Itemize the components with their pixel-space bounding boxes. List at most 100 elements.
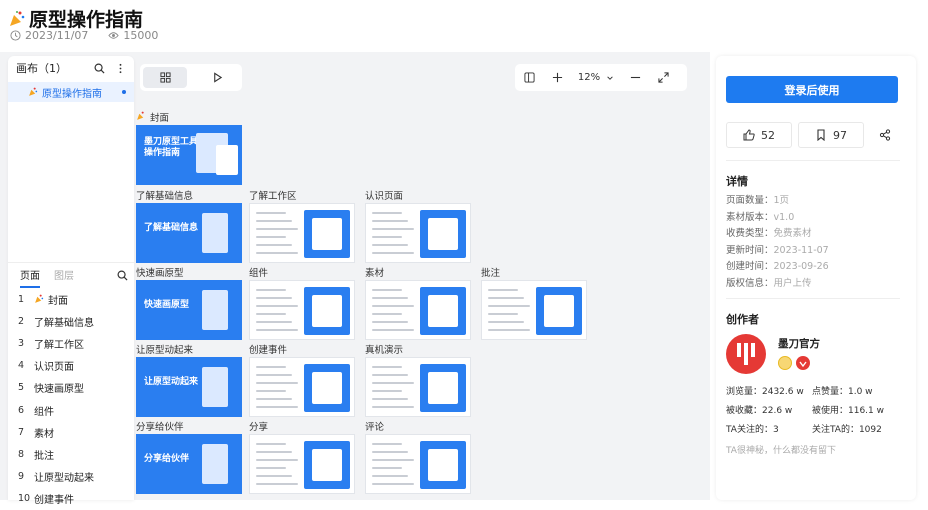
search-icon[interactable]: [117, 270, 128, 281]
page-list-item[interactable]: 9 让原型动起来: [8, 466, 134, 488]
thumb-decoration: [202, 290, 228, 330]
divider: [726, 298, 900, 299]
thumb-decoration: [428, 218, 458, 250]
detail-value: 1页: [773, 195, 790, 206]
page-label: 批注: [34, 447, 54, 462]
favorite-button[interactable]: 97: [798, 122, 864, 148]
page-thumbnail[interactable]: [249, 280, 355, 340]
play-button[interactable]: [195, 67, 239, 88]
left-panel: 画布（1） 原型操作指南 页面 图层 1 封面 2 了解基础信息 3 了解工作区 4 认识页面…: [8, 56, 134, 506]
page-thumbnail[interactable]: [249, 357, 355, 417]
page-list-item[interactable]: 6 组件: [8, 399, 134, 421]
thumb-decoration: [372, 220, 408, 222]
fullscreen-button[interactable]: [649, 72, 677, 83]
thumb-decoration: [488, 313, 518, 315]
thumb-decoration: [256, 467, 286, 469]
plus-icon: [552, 72, 562, 83]
page-thumbnail[interactable]: [365, 434, 471, 494]
thumb-decoration: [256, 451, 292, 453]
divider: [726, 160, 900, 161]
thumb-decoration: [312, 295, 342, 327]
author-title: 创作者: [726, 313, 759, 326]
thumb-label-text: 封面: [150, 113, 170, 124]
thumb-decoration: [256, 374, 292, 376]
detail-row: 版权信息：用户上传: [726, 275, 812, 289]
thumb-decoration: [312, 449, 342, 481]
login-button[interactable]: 登录后使用: [726, 76, 898, 103]
thumb-decoration: [256, 244, 292, 246]
thumb-decoration: [256, 382, 298, 384]
page-list-item[interactable]: 10 创建事件: [8, 488, 134, 510]
canvas-item-active[interactable]: 原型操作指南: [8, 82, 134, 102]
thumb-decoration: [372, 467, 402, 469]
share-button[interactable]: [872, 122, 898, 148]
thumb-decoration: [256, 443, 286, 445]
like-button[interactable]: 52: [726, 122, 792, 148]
thumb-decoration: [256, 483, 298, 485]
page-list-item[interactable]: 8 批注: [8, 443, 134, 465]
page-thumbnail[interactable]: 让原型动起来: [136, 357, 242, 417]
tab-layers[interactable]: 图层: [54, 267, 74, 282]
page-label-text: 创建事件: [34, 495, 74, 507]
page-list-item[interactable]: 4 认识页面: [8, 355, 134, 377]
page-number: 10: [18, 493, 31, 505]
page-thumbnail[interactable]: [365, 280, 471, 340]
page-list-item[interactable]: 3 了解工作区: [8, 332, 134, 354]
favorite-count: 97: [833, 128, 847, 142]
thumb-label: 分享给伙伴: [136, 422, 184, 433]
page-list-item[interactable]: 1 封面: [8, 288, 134, 310]
thumb-decoration: [256, 459, 298, 461]
page-thumbnail[interactable]: [481, 280, 587, 340]
thumb-label: 组件: [249, 268, 269, 279]
thumb-decoration: [488, 329, 530, 331]
more-vertical-icon[interactable]: [115, 63, 126, 74]
cover-thumbnail[interactable]: 墨刀原型工具 操作指南: [136, 125, 242, 185]
page-list-item[interactable]: 5 快速画原型: [8, 377, 134, 399]
thumb-decoration: [202, 213, 228, 253]
thumb-label: 认识页面: [365, 191, 404, 202]
thumb-decoration: [256, 236, 286, 238]
page-number: 1: [18, 293, 25, 305]
thumb-decoration: [256, 289, 286, 291]
page-thumbnail[interactable]: 了解基础信息: [136, 203, 242, 263]
tab-pages[interactable]: 页面: [20, 267, 40, 288]
page-label: 创建事件: [34, 491, 74, 506]
zoom-out-button[interactable]: [621, 72, 649, 83]
eye-icon: [108, 32, 120, 39]
stat-followers[interactable]: 关注TA的：1092: [812, 422, 882, 435]
page-thumbnail[interactable]: 快速画原型: [136, 280, 242, 340]
page-thumbnail[interactable]: [249, 203, 355, 263]
thumb-label: 真机演示: [365, 345, 404, 356]
page-thumbnail[interactable]: 分享给伙伴: [136, 434, 242, 494]
panel-toggle-button[interactable]: [515, 72, 543, 83]
avatar[interactable]: [726, 334, 766, 374]
page-list-item[interactable]: 7 素材: [8, 421, 134, 443]
page-list-item[interactable]: 2 了解基础信息: [8, 310, 134, 332]
zoom-select[interactable]: 12%: [571, 72, 621, 83]
thumb-decoration: [544, 295, 574, 327]
play-icon: [213, 72, 222, 83]
thumb-decoration: [256, 297, 292, 299]
thumb-decoration: [256, 398, 292, 400]
grid-view-button[interactable]: [143, 67, 187, 88]
thumb-decoration: [428, 372, 458, 404]
author-name[interactable]: 墨刀官方: [778, 336, 820, 351]
page-label: 了解工作区: [34, 336, 84, 351]
page-thumbnail[interactable]: [365, 203, 471, 263]
page-thumbnail[interactable]: [249, 434, 355, 494]
page-label-text: 了解基础信息: [34, 317, 94, 329]
thumb-label: 让原型动起来: [136, 345, 194, 356]
view-toggle: [140, 64, 242, 91]
page-thumbnail[interactable]: [365, 357, 471, 417]
page-thumbnail-title: 分享给伙伴: [144, 454, 190, 464]
thumb-label: 素材: [365, 268, 385, 279]
thumb-decoration: [256, 228, 298, 230]
thumb-decoration: [372, 451, 408, 453]
thumb-decoration: [488, 321, 524, 323]
active-dot: [122, 90, 126, 94]
page-thumbnail-title: 快速画原型: [144, 300, 190, 310]
stat-following[interactable]: TA关注的：3: [726, 422, 779, 435]
search-icon[interactable]: [94, 63, 105, 74]
zoom-in-button[interactable]: [543, 72, 571, 83]
like-count: 52: [761, 128, 775, 142]
